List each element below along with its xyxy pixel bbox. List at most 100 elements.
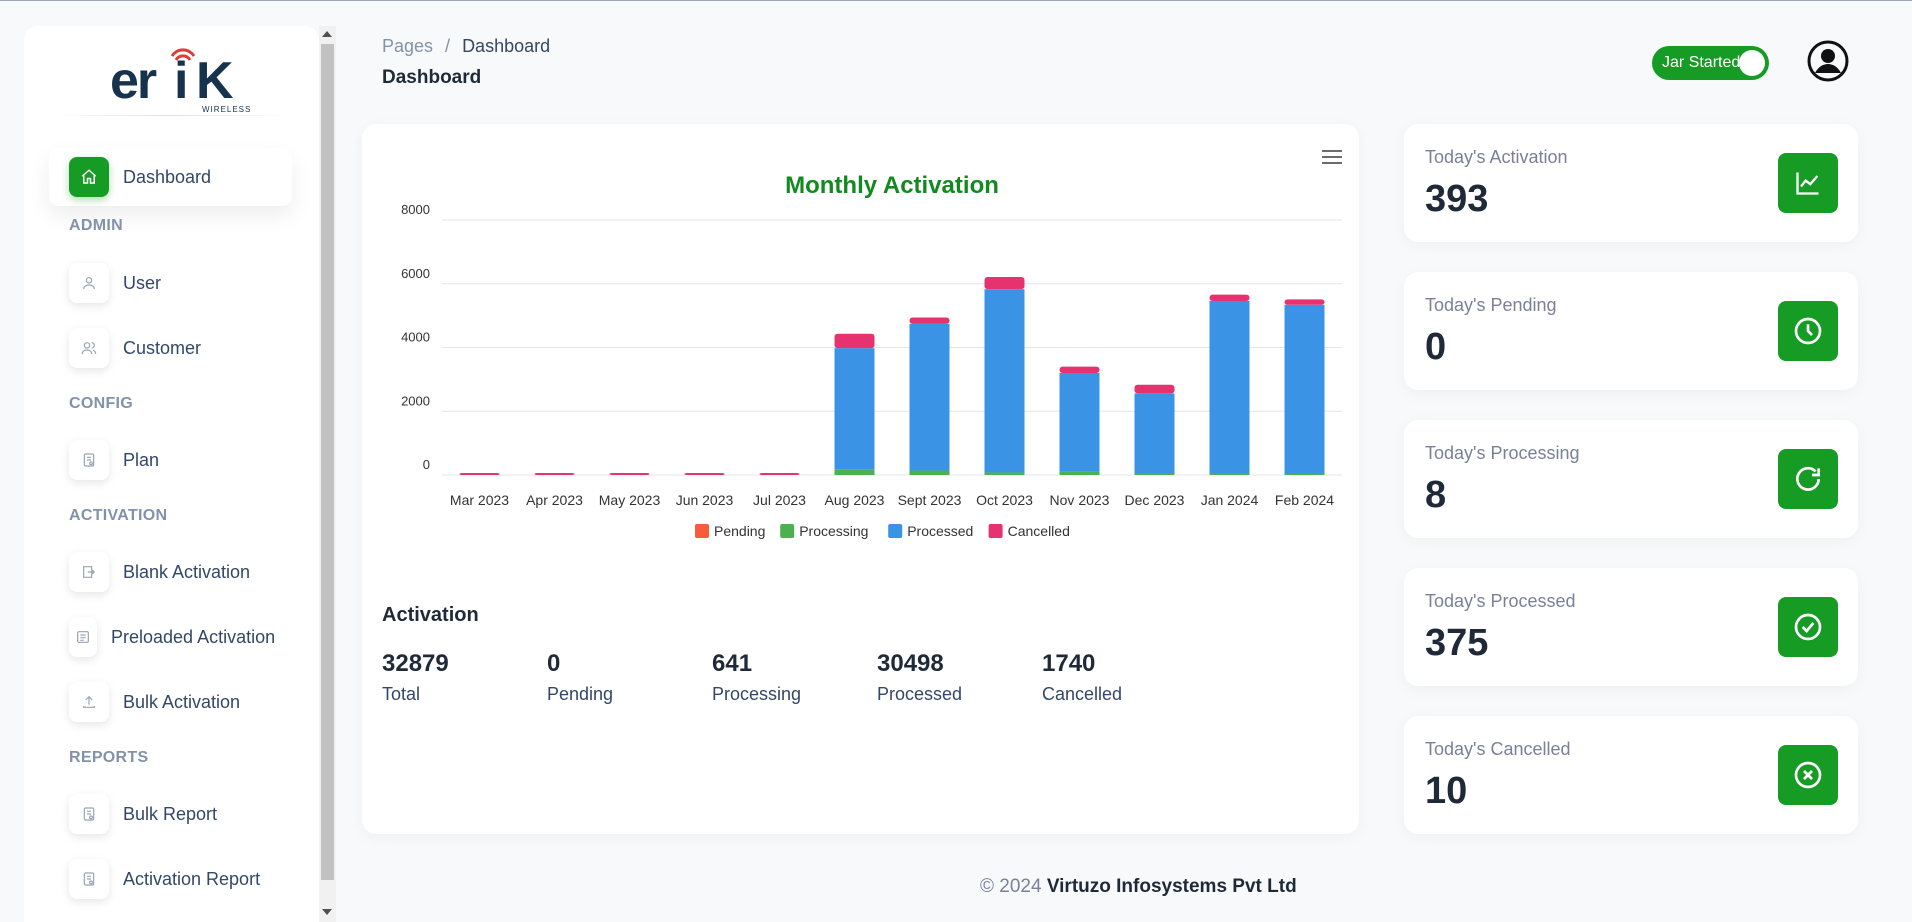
sidebar-item-blank-activation[interactable]: Blank Activation <box>49 543 292 601</box>
x-tick-label: Aug 2023 <box>825 492 885 508</box>
legend-label: Processing <box>799 523 868 539</box>
stat-value: 32879 <box>382 650 449 677</box>
user-avatar-icon[interactable] <box>1807 40 1849 82</box>
footer-company: Virtuzo Infosystems Pvt Ltd <box>1046 876 1297 897</box>
stat-label: Pending <box>547 684 614 704</box>
legend-label: Pending <box>714 523 765 539</box>
users-icon <box>69 328 109 368</box>
document-icon <box>69 440 109 480</box>
svg-text:WIRELESS: WIRELESS <box>202 105 251 114</box>
bar-cancelled <box>1134 384 1175 394</box>
stat-label: Processing <box>712 684 802 704</box>
x-circle-icon <box>1778 745 1838 805</box>
stat-value: 0 <box>547 650 561 677</box>
todays-processing-card: Today's Processing 8 <box>1404 420 1858 538</box>
card-label: Today's Cancelled <box>1425 739 1571 759</box>
section-title-admin: ADMIN <box>69 217 123 234</box>
card-value: 8 <box>1425 474 1447 516</box>
footer: © 2024 Virtuzo Infosystems Pvt Ltd <box>980 876 1297 898</box>
svg-text:er: er <box>110 52 157 110</box>
scrollbar-thumb[interactable] <box>321 44 334 880</box>
todays-activation-card: Today's Activation 393 <box>1404 124 1858 242</box>
bar-cancelled <box>984 277 1025 290</box>
sidebar-item-activation-report[interactable]: Activation Report <box>49 850 292 908</box>
stat-label: Total <box>382 684 421 704</box>
breadcrumb-pages-link[interactable]: Pages <box>382 36 433 57</box>
bar-cancelled <box>534 473 575 475</box>
legend-swatch-processed <box>888 524 903 538</box>
x-tick-label: Dec 2023 <box>1125 492 1185 508</box>
sidebar-item-label: Customer <box>123 337 202 358</box>
bar-cancelled <box>834 333 875 349</box>
y-tick-label: 4000 <box>401 330 430 345</box>
bar-processed <box>984 289 1025 473</box>
sim-icon <box>69 552 109 592</box>
bar-cancelled <box>684 473 725 475</box>
preloaded-icon <box>69 617 97 657</box>
sidebar-item-customer[interactable]: Customer <box>49 319 292 377</box>
sidebar-item-plan[interactable]: Plan <box>49 431 292 489</box>
sidebar: er i K WIRELESS Dashboard ADMIN User Cus… <box>24 26 319 922</box>
chart-title: Monthly Activation <box>785 172 999 199</box>
todays-cancelled-card: Today's Cancelled 10 <box>1404 716 1858 834</box>
sidebar-item-bulk-activation[interactable]: Bulk Activation <box>49 673 292 731</box>
upload-icon <box>69 682 109 722</box>
section-title-activation: ACTIVATION <box>69 507 168 524</box>
stat-cancelled: 1740 Cancelled <box>1042 650 1122 705</box>
stat-value: 1740 <box>1042 650 1096 677</box>
bar-processing <box>1134 473 1175 475</box>
scroll-up-arrow-icon[interactable] <box>322 31 332 37</box>
x-tick-label: May 2023 <box>599 492 661 508</box>
sidebar-item-user[interactable]: User <box>49 254 292 312</box>
stat-processing: 641 Processing <box>712 650 801 705</box>
card-label: Today's Pending <box>1425 295 1557 315</box>
breadcrumb-separator: / <box>445 36 451 56</box>
monthly-activation-chart: Monthly Activation 0 2000 4000 6000 8000 Mar 2… <box>401 172 1342 539</box>
user-icon <box>69 263 109 303</box>
footer-copyright: © 2024 <box>980 876 1042 897</box>
x-tick-label: Sept 2023 <box>898 492 962 508</box>
card-value: 0 <box>1425 326 1447 368</box>
sidebar-scrollbar[interactable] <box>319 26 336 922</box>
sidebar-divider <box>48 115 293 116</box>
todays-pending-card: Today's Pending 0 <box>1404 272 1858 390</box>
jar-started-toggle[interactable]: Jar Started <box>1652 46 1769 80</box>
x-tick-label: Oct 2023 <box>976 492 1033 508</box>
stat-label: Cancelled <box>1042 684 1123 704</box>
section-title-reports: REPORTS <box>69 749 149 766</box>
x-tick-label: Jan 2024 <box>1201 492 1259 508</box>
toggle-label: Jar Started <box>1662 54 1741 71</box>
sidebar-item-dashboard[interactable]: Dashboard <box>49 148 292 206</box>
sidebar-item-label: Preloaded Activation <box>111 626 276 647</box>
x-tick-label: Mar 2023 <box>450 492 509 508</box>
section-title-config: CONFIG <box>69 395 134 412</box>
toggle-knob <box>1739 50 1765 76</box>
sidebar-item-label: Activation Report <box>123 868 261 889</box>
sidebar-item-preloaded-activation[interactable]: Preloaded Activation <box>49 608 292 666</box>
breadcrumb: Pages / Dashboard <box>382 36 550 57</box>
sidebar-item-bulk-report[interactable]: Bulk Report <box>49 785 292 843</box>
card-value: 393 <box>1425 178 1489 220</box>
bar-processed <box>909 323 950 471</box>
y-tick-label: 0 <box>423 457 430 472</box>
card-label: Today's Processing <box>1425 443 1580 463</box>
bar-cancelled <box>909 317 950 324</box>
x-tick-label: Apr 2023 <box>526 492 583 508</box>
legend-swatch-cancelled <box>988 524 1003 538</box>
home-icon <box>69 157 109 197</box>
sidebar-item-label: Bulk Report <box>123 803 218 824</box>
stat-value: 30498 <box>877 650 944 677</box>
stat-total: 32879 Total <box>382 650 449 705</box>
activation-summary-title: Activation <box>382 604 479 626</box>
sidebar-item-label: User <box>123 272 162 293</box>
x-tick-label: Nov 2023 <box>1050 492 1110 508</box>
erik-wireless-logo[interactable]: er i K WIRELESS <box>106 36 256 118</box>
window-top-border <box>0 0 1912 1</box>
card-value: 375 <box>1425 622 1489 664</box>
svg-text:i: i <box>174 52 188 110</box>
y-tick-label: 2000 <box>401 393 430 408</box>
breadcrumb-current: Dashboard <box>462 36 551 56</box>
legend-label: Cancelled <box>1008 523 1070 539</box>
scroll-down-arrow-icon[interactable] <box>322 909 332 915</box>
report-icon <box>69 859 109 899</box>
